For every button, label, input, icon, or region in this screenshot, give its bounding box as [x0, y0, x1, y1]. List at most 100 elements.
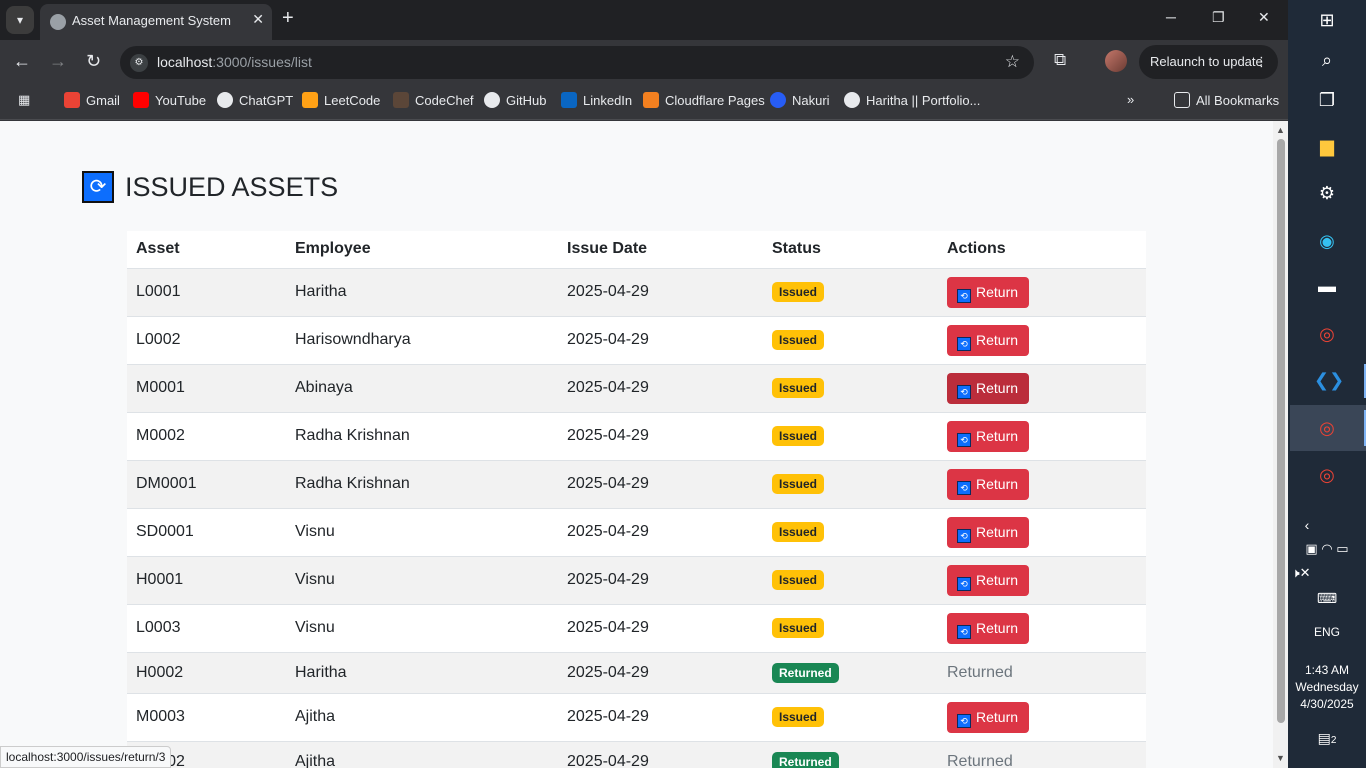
- issue-date-cell: 2025-04-29: [558, 652, 763, 694]
- language-indicator[interactable]: ENG: [1288, 625, 1366, 639]
- return-button[interactable]: ⟲ Return: [947, 612, 1029, 644]
- issue-date-cell: 2025-04-29: [558, 604, 763, 653]
- table-row: M0001 Abinaya 2025-04-29 Issued ⟲ Return: [127, 364, 1146, 413]
- return-icon: ⟲: [957, 576, 971, 591]
- bookmark-github[interactable]: GitHub: [484, 92, 546, 108]
- status-badge: Issued: [772, 570, 825, 590]
- table-row: L0001 Haritha 2025-04-29 Issued ⟲ Return: [127, 268, 1146, 317]
- table-row: M0003 Ajitha 2025-04-29 Issued ⟲ Return: [127, 693, 1146, 742]
- employee-cell: Harisowndharya: [286, 316, 558, 365]
- status-cell: Returned: [763, 741, 938, 768]
- status-badge: Issued: [772, 426, 825, 446]
- chrome-alt-icon[interactable]: ◎: [1314, 462, 1340, 488]
- return-button[interactable]: ⟲ Return: [947, 564, 1029, 596]
- bookmark-codechef[interactable]: CodeChef: [393, 92, 474, 108]
- bookmark-chatgpt[interactable]: ChatGPT: [217, 92, 293, 108]
- chrome-profile-icon[interactable]: ◎: [1314, 415, 1340, 441]
- terminal-icon[interactable]: ▬: [1314, 273, 1340, 299]
- issue-date-cell: 2025-04-29: [558, 316, 763, 365]
- asset-cell: M0003: [127, 693, 286, 742]
- return-button[interactable]: ⟲ Return: [947, 701, 1029, 733]
- file-explorer-icon[interactable]: ▆: [1314, 133, 1340, 159]
- return-button[interactable]: ⟲ Return: [947, 468, 1029, 500]
- site-info-icon[interactable]: ⚙: [130, 54, 148, 72]
- asset-cell: L0002: [127, 316, 286, 365]
- table-row: DM0001 Radha Krishnan 2025-04-29 Issued ⟲ Ret…: [127, 460, 1146, 509]
- scroll-up-icon: ▲: [1276, 125, 1285, 135]
- mute-icon[interactable]: 🕨✕: [1262, 565, 1340, 581]
- address-bar[interactable]: ⚙ localhost:3000/issues/list ☆: [120, 46, 1034, 79]
- tab-active[interactable]: Asset Management System ✕: [40, 4, 272, 40]
- return-button[interactable]: ⟲ Return: [947, 372, 1029, 404]
- task-view-icon[interactable]: ❐: [1314, 87, 1340, 113]
- vscode-icon[interactable]: ❮❯: [1314, 367, 1344, 393]
- table-row: L0002 Harisowndharya 2025-04-29 Issued ⟲ Retu…: [127, 316, 1146, 365]
- edge-icon[interactable]: ◉: [1314, 228, 1340, 254]
- relaunch-button[interactable]: Relaunch to update ⋮: [1139, 45, 1278, 79]
- notification-icon[interactable]: ▤2: [1288, 730, 1366, 747]
- settings-icon[interactable]: ⚙: [1314, 180, 1340, 206]
- bookmark-cloudflare[interactable]: Cloudflare Pages: [643, 92, 765, 108]
- bookmark-portfolio[interactable]: Haritha || Portfolio...: [844, 92, 980, 108]
- apps-icon[interactable]: ▦: [18, 92, 30, 108]
- restore-button[interactable]: ❐: [1212, 9, 1225, 26]
- bookmark-leetcode[interactable]: LeetCode: [302, 92, 380, 108]
- reload-button[interactable]: ↻: [86, 51, 101, 71]
- search-icon[interactable]: ⌕: [1314, 47, 1340, 73]
- page-content: ⟳ ISSUED ASSETS Asset Employee Issue Dat…: [0, 121, 1273, 768]
- clock-date[interactable]: 4/30/2025: [1288, 697, 1366, 711]
- clock-time[interactable]: 1:43 AM: [1288, 663, 1366, 677]
- close-icon[interactable]: ✕: [252, 11, 264, 28]
- forward-button[interactable]: →: [49, 51, 67, 71]
- asset-cell: H0001: [127, 556, 286, 605]
- minimize-button[interactable]: ─: [1166, 9, 1176, 25]
- asset-cell: SD0001: [127, 508, 286, 557]
- browser-window: ▾ Asset Management System ✕ + ─ ❐ ✕ ← → …: [0, 0, 1288, 768]
- actions-cell: ⟲ Return: [938, 693, 1146, 742]
- bookmark-gmail[interactable]: Gmail: [64, 92, 120, 108]
- bookmark-nakuri[interactable]: Nakuri: [770, 92, 830, 108]
- column-header: Asset: [127, 231, 286, 269]
- employee-cell: Radha Krishnan: [286, 460, 558, 509]
- all-bookmarks[interactable]: All Bookmarks: [1174, 92, 1279, 108]
- new-tab-button[interactable]: +: [282, 8, 294, 28]
- asset-cell: L0003: [127, 604, 286, 653]
- tray-icons[interactable]: ▣ ◠ ▭: [1288, 541, 1366, 557]
- scrollbar[interactable]: ▲ ▼: [1273, 121, 1288, 768]
- actions-cell: ⟲ Return: [938, 604, 1146, 653]
- return-button[interactable]: ⟲ Return: [947, 516, 1029, 548]
- return-button[interactable]: ⟲ Return: [947, 276, 1029, 308]
- extensions-icon[interactable]: ⧉: [1054, 50, 1066, 70]
- asset-cell: H0002: [127, 652, 286, 694]
- table-header: Asset Employee Issue Date Status Actions: [127, 231, 1146, 269]
- issue-date-cell: 2025-04-29: [558, 364, 763, 413]
- chrome-icon[interactable]: ◎: [1314, 321, 1340, 347]
- keyboard-icon[interactable]: ⌨: [1288, 590, 1366, 607]
- page-title: ISSUED ASSETS: [125, 172, 339, 202]
- more-bookmarks-icon[interactable]: »: [1127, 92, 1134, 107]
- back-button[interactable]: ←: [13, 51, 31, 71]
- refresh-icon: ⟳: [82, 171, 114, 203]
- actions-cell: ⟲ Return: [938, 268, 1146, 317]
- window-close-button[interactable]: ✕: [1258, 9, 1270, 26]
- return-icon: ⟲: [957, 528, 971, 543]
- tab-search-button[interactable]: ▾: [6, 6, 34, 34]
- column-header: Issue Date: [558, 231, 763, 269]
- clock-day[interactable]: Wednesday: [1288, 680, 1366, 694]
- scroll-thumb[interactable]: [1277, 139, 1285, 723]
- employee-cell: Abinaya: [286, 364, 558, 413]
- bookmark-youtube[interactable]: YouTube: [133, 92, 206, 108]
- return-button[interactable]: ⟲ Return: [947, 324, 1029, 356]
- employee-cell: Ajitha: [286, 741, 558, 768]
- asset-cell: DM0001: [127, 460, 286, 509]
- issue-date-cell: 2025-04-29: [558, 508, 763, 557]
- profile-avatar[interactable]: [1105, 50, 1127, 72]
- issue-date-cell: 2025-04-29: [558, 693, 763, 742]
- bookmark-star-icon[interactable]: ☆: [1005, 52, 1020, 72]
- bookmark-linkedin[interactable]: LinkedIn: [561, 92, 632, 108]
- windows-start-icon[interactable]: ⊞: [1314, 7, 1340, 33]
- chevron-left-icon[interactable]: ‹: [1294, 512, 1320, 538]
- return-button[interactable]: ⟲ Return: [947, 420, 1029, 452]
- return-icon: ⟲: [957, 480, 971, 495]
- toolbar: ← → ↻ ⚙ localhost:3000/issues/list ☆ ⧉ R…: [0, 40, 1288, 84]
